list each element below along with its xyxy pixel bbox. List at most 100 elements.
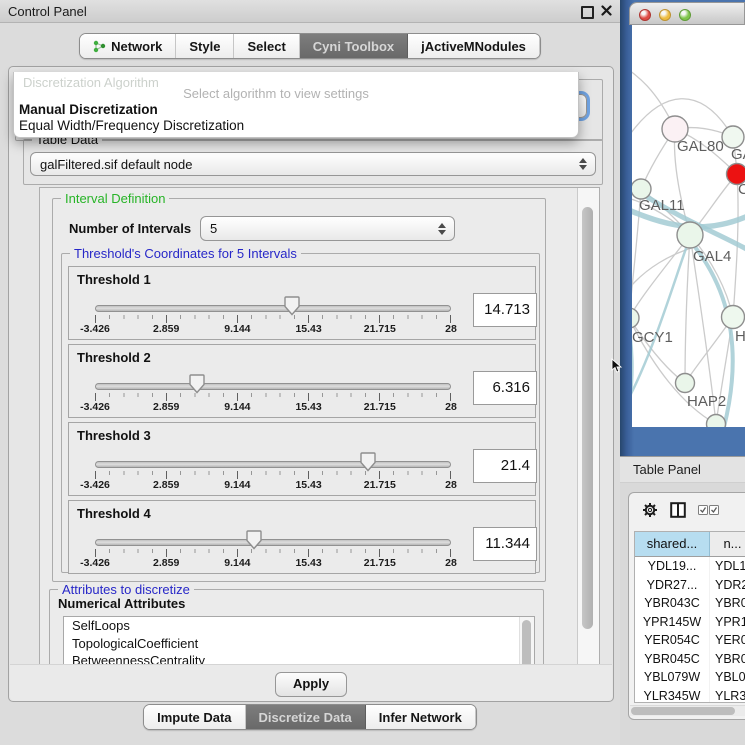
tick-label: 28 [445, 323, 457, 335]
network-node[interactable] [632, 308, 639, 328]
network-node[interactable] [722, 126, 744, 148]
threshold-value-field[interactable]: 6.316 [473, 371, 537, 405]
column-header-shared-name[interactable]: shared... [635, 532, 710, 556]
close-traffic-light[interactable] [639, 9, 651, 21]
split-panel-icon[interactable] [670, 502, 686, 518]
number-of-intervals-combobox[interactable]: 5 [200, 216, 455, 241]
control-panel-tabbar: Network Style [0, 33, 620, 59]
table-row[interactable]: YBR045C YBR0 [635, 650, 745, 669]
settings-vertical-scrollbar[interactable] [577, 188, 600, 664]
apply-button[interactable]: Apply [275, 672, 347, 697]
attributes-list-scrollbar[interactable] [519, 617, 534, 665]
threshold-slider-track[interactable] [95, 461, 451, 468]
cell-name: YPR1 [710, 613, 745, 632]
table-row[interactable]: YDL19... YDL1 [635, 557, 745, 576]
tab[interactable]: Cyni Toolbox [300, 34, 408, 58]
table-row[interactable]: YBR043C YBR0 [635, 594, 745, 613]
cell-shared-name: YDL19... [635, 557, 710, 576]
threshold-slider-thumb[interactable] [245, 530, 262, 550]
tab-label: Infer Network [379, 710, 462, 725]
column-header-name[interactable]: n... [710, 532, 745, 556]
table-data-combobox[interactable]: galFiltered.sif default node [30, 152, 596, 176]
cell-name: YER0 [710, 631, 745, 650]
threshold-value-field[interactable]: 14.713 [473, 293, 537, 327]
tab[interactable]: Infer Network [366, 705, 476, 729]
table-row[interactable]: YBL079W YBL0 [635, 668, 745, 687]
close-icon[interactable] [601, 5, 612, 16]
numerical-attributes-label: Numerical Attributes [58, 596, 185, 611]
gear-icon[interactable] [642, 502, 658, 518]
table-row[interactable]: YLR345W YLR3 [635, 687, 745, 704]
algorithm-dropdown-popup: Discretization Algorithm Select algorith… [13, 72, 579, 138]
threshold-slider-track[interactable] [95, 383, 451, 390]
threshold-slider-track[interactable] [95, 539, 451, 546]
apply-bar: Apply [10, 664, 612, 701]
attributes-group: Attributes to discretize Numerical Attri… [49, 589, 544, 665]
network-node-label: H [735, 328, 745, 345]
minimize-traffic-light[interactable] [659, 9, 671, 21]
threshold-value-field[interactable]: 21.4 [473, 449, 537, 483]
tab-group-bottom: Impute Data Discretize Data Infer Networ… [143, 704, 477, 730]
cell-shared-name: YBL079W [635, 668, 710, 687]
tab-label: jActiveMNodules [421, 39, 526, 54]
network-icon [93, 40, 106, 53]
tick-label: 21.715 [364, 323, 396, 335]
slider-tick-labels: -3.4262.8599.14415.4321.71528 [95, 479, 451, 491]
table-row[interactable]: YPR145W YPR1 [635, 613, 745, 632]
threshold-row: Threshold 3 -3.4262.8599.14415.4321.7152… [68, 422, 536, 496]
tick-label: 2.859 [153, 401, 179, 413]
settings-scrollpane: Interval Definition Number of Intervals … [39, 187, 600, 665]
zoom-traffic-light[interactable] [679, 9, 691, 21]
thresholds-group-title: Threshold's Coordinates for 5 Intervals [70, 246, 301, 261]
slider-ticks [95, 471, 451, 479]
network-node[interactable] [707, 415, 726, 428]
tick-label: -3.426 [80, 557, 110, 569]
table-horizontal-scrollbar[interactable] [630, 705, 745, 716]
tab[interactable]: Network [80, 34, 176, 58]
network-node[interactable] [677, 222, 703, 248]
cyni-toolbox-panel: Table Data galFiltered.sif default node … [8, 66, 614, 702]
network-node-label: GAL4 [693, 248, 731, 265]
algorithm-option[interactable]: Equal Width/Frequency Discretization [17, 118, 581, 134]
algorithm-option[interactable]: Manual Discretization [17, 102, 581, 118]
tab[interactable]: Select [234, 34, 299, 58]
table-row[interactable]: YER054C YER0 [635, 631, 745, 650]
tab-group-top: Network Style [79, 33, 541, 59]
threshold-slider-thumb[interactable] [188, 374, 205, 394]
network-canvas[interactable]: GAL80GACGAL11GAL4GCY1HHAP2 [632, 25, 745, 427]
threshold-label: Threshold 3 [77, 428, 151, 443]
tick-label: -3.426 [80, 479, 110, 491]
cell-name: YDR2 [710, 576, 745, 595]
network-node[interactable] [722, 306, 745, 329]
tick-label: -3.426 [80, 323, 110, 335]
control-panel-titlebar: Control Panel [0, 0, 620, 23]
attribute-list-item[interactable]: TopologicalCoefficient [64, 635, 534, 653]
network-edge[interactable] [685, 317, 733, 383]
combo-arrows-icon [579, 158, 587, 170]
network-edge[interactable] [685, 235, 690, 383]
network-node-label: GAL11 [639, 197, 685, 214]
threshold-value-field[interactable]: 11.344 [473, 527, 537, 561]
numerical-attributes-list[interactable]: SelfLoops TopologicalCoefficient Between… [63, 616, 535, 665]
table-row[interactable]: YDR27... YDR2 [635, 576, 745, 595]
tab[interactable]: Discretize Data [246, 705, 366, 729]
table-panel-title: Table Panel [633, 462, 701, 477]
network-edge[interactable] [632, 247, 695, 295]
slider-ticks [95, 549, 451, 557]
threshold-slider-thumb[interactable] [283, 296, 300, 316]
number-of-intervals-label: Number of Intervals [69, 221, 191, 236]
network-node[interactable] [676, 374, 695, 393]
table-data-group: Table Data galFiltered.sif default node [23, 139, 603, 185]
float-window-icon[interactable] [581, 6, 594, 19]
tab-label: Style [189, 39, 220, 54]
slider-ticks [95, 393, 451, 401]
tab[interactable]: Impute Data [144, 705, 245, 729]
tab[interactable]: jActiveMNodules [408, 34, 540, 58]
threshold-slider-track[interactable] [95, 305, 451, 312]
tick-label: 2.859 [153, 323, 179, 335]
network-node[interactable] [632, 179, 651, 199]
checkbox-columns-icon[interactable] [698, 505, 720, 515]
attribute-list-item[interactable]: SelfLoops [64, 617, 534, 635]
threshold-slider-thumb[interactable] [359, 452, 376, 472]
tab[interactable]: Style [176, 34, 234, 58]
